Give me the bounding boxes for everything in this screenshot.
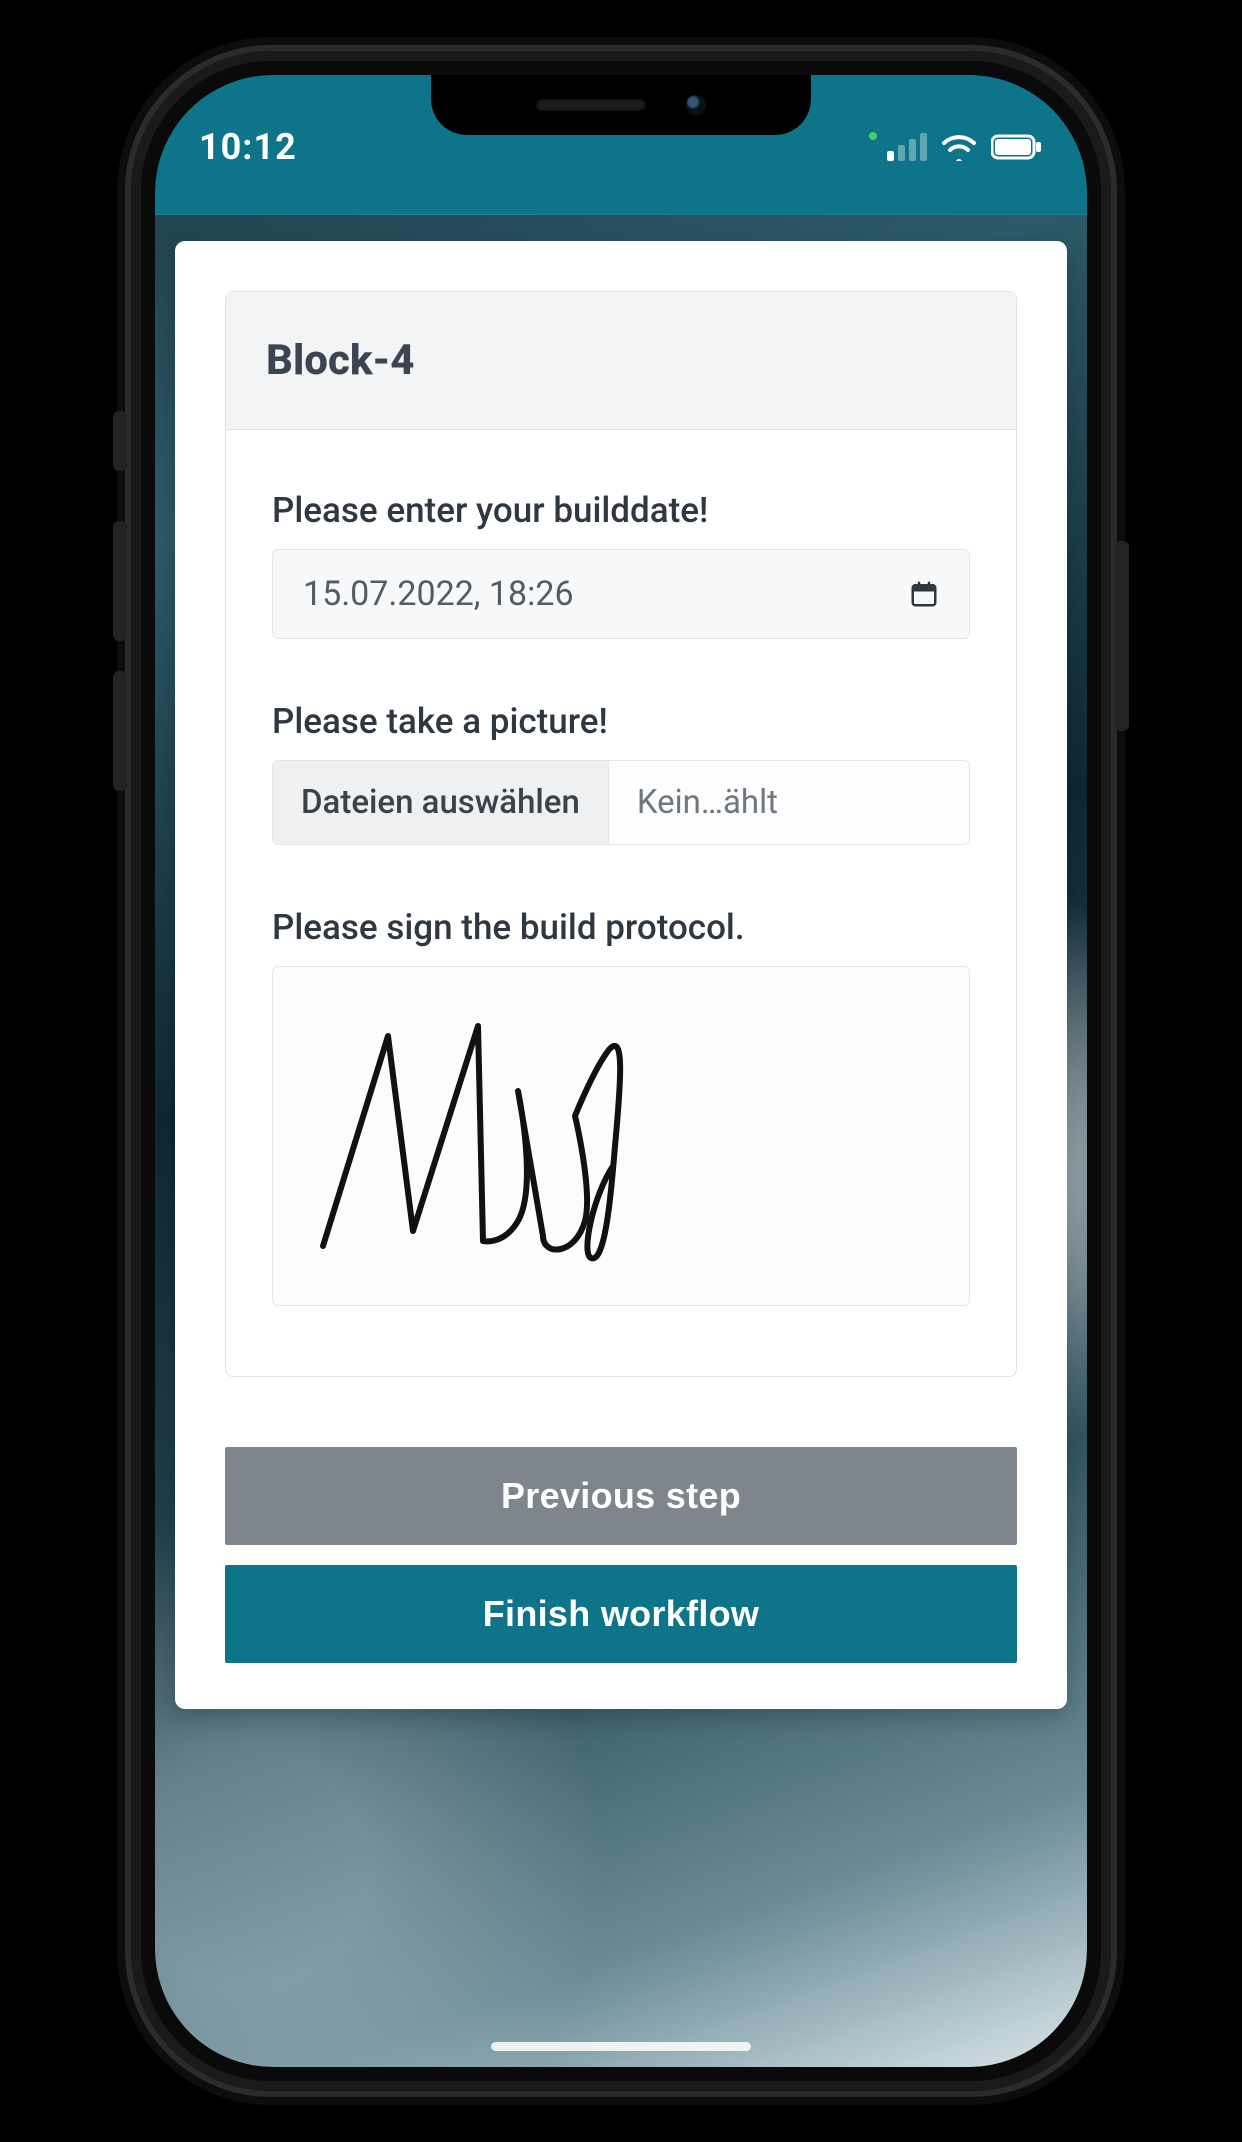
builddate-label: Please enter your builddate! xyxy=(272,490,970,531)
builddate-input[interactable]: 15.07.2022, 18:26 xyxy=(272,549,970,639)
file-input: Dateien auswählen Kein…ählt xyxy=(272,760,970,845)
location-indicator-icon xyxy=(869,132,877,140)
button-stack: Previous step Finish workflow xyxy=(175,1427,1067,1709)
power-button[interactable] xyxy=(1115,541,1129,731)
front-camera xyxy=(686,95,706,115)
cellular-signal-icon xyxy=(887,133,927,161)
volume-up-button[interactable] xyxy=(113,521,127,641)
signature-field: Please sign the build protocol. xyxy=(272,907,970,1306)
block-title: Block-4 xyxy=(266,336,976,385)
finish-workflow-button[interactable]: Finish workflow xyxy=(225,1565,1017,1663)
status-indicators xyxy=(869,132,1043,162)
phone-frame: 10:12 xyxy=(131,51,1111,2091)
signature-label: Please sign the build protocol. xyxy=(272,907,970,948)
volume-down-button[interactable] xyxy=(113,671,127,791)
signature-stroke-icon xyxy=(293,996,693,1276)
builddate-field: Please enter your builddate! 15.07.2022,… xyxy=(272,490,970,639)
calendar-icon xyxy=(909,579,939,609)
phone-screen: 10:12 xyxy=(155,75,1087,2067)
phone-bezel: 10:12 xyxy=(155,75,1087,2067)
speaker-grille xyxy=(536,99,646,111)
builddate-value: 15.07.2022, 18:26 xyxy=(303,574,574,614)
previous-step-button[interactable]: Previous step xyxy=(225,1447,1017,1545)
battery-icon xyxy=(991,134,1043,160)
home-indicator[interactable] xyxy=(491,2042,751,2051)
mute-switch[interactable] xyxy=(113,411,127,471)
choose-files-button[interactable]: Dateien auswählen xyxy=(273,761,609,844)
phone-notch xyxy=(431,75,811,135)
wifi-icon xyxy=(941,133,977,161)
picture-label: Please take a picture! xyxy=(272,701,970,742)
signature-pad[interactable] xyxy=(272,966,970,1306)
form-block: Block-4 Please enter your builddate! 15.… xyxy=(225,291,1017,1377)
block-body: Please enter your builddate! 15.07.2022,… xyxy=(226,430,1016,1376)
content-area: Block-4 Please enter your builddate! 15.… xyxy=(155,215,1087,1749)
picture-field: Please take a picture! Dateien auswählen… xyxy=(272,701,970,845)
file-status-text: Kein…ählt xyxy=(609,761,969,844)
block-header: Block-4 xyxy=(226,292,1016,430)
form-card: Block-4 Please enter your builddate! 15.… xyxy=(175,241,1067,1709)
app-header xyxy=(155,185,1087,215)
status-time: 10:12 xyxy=(199,126,297,168)
